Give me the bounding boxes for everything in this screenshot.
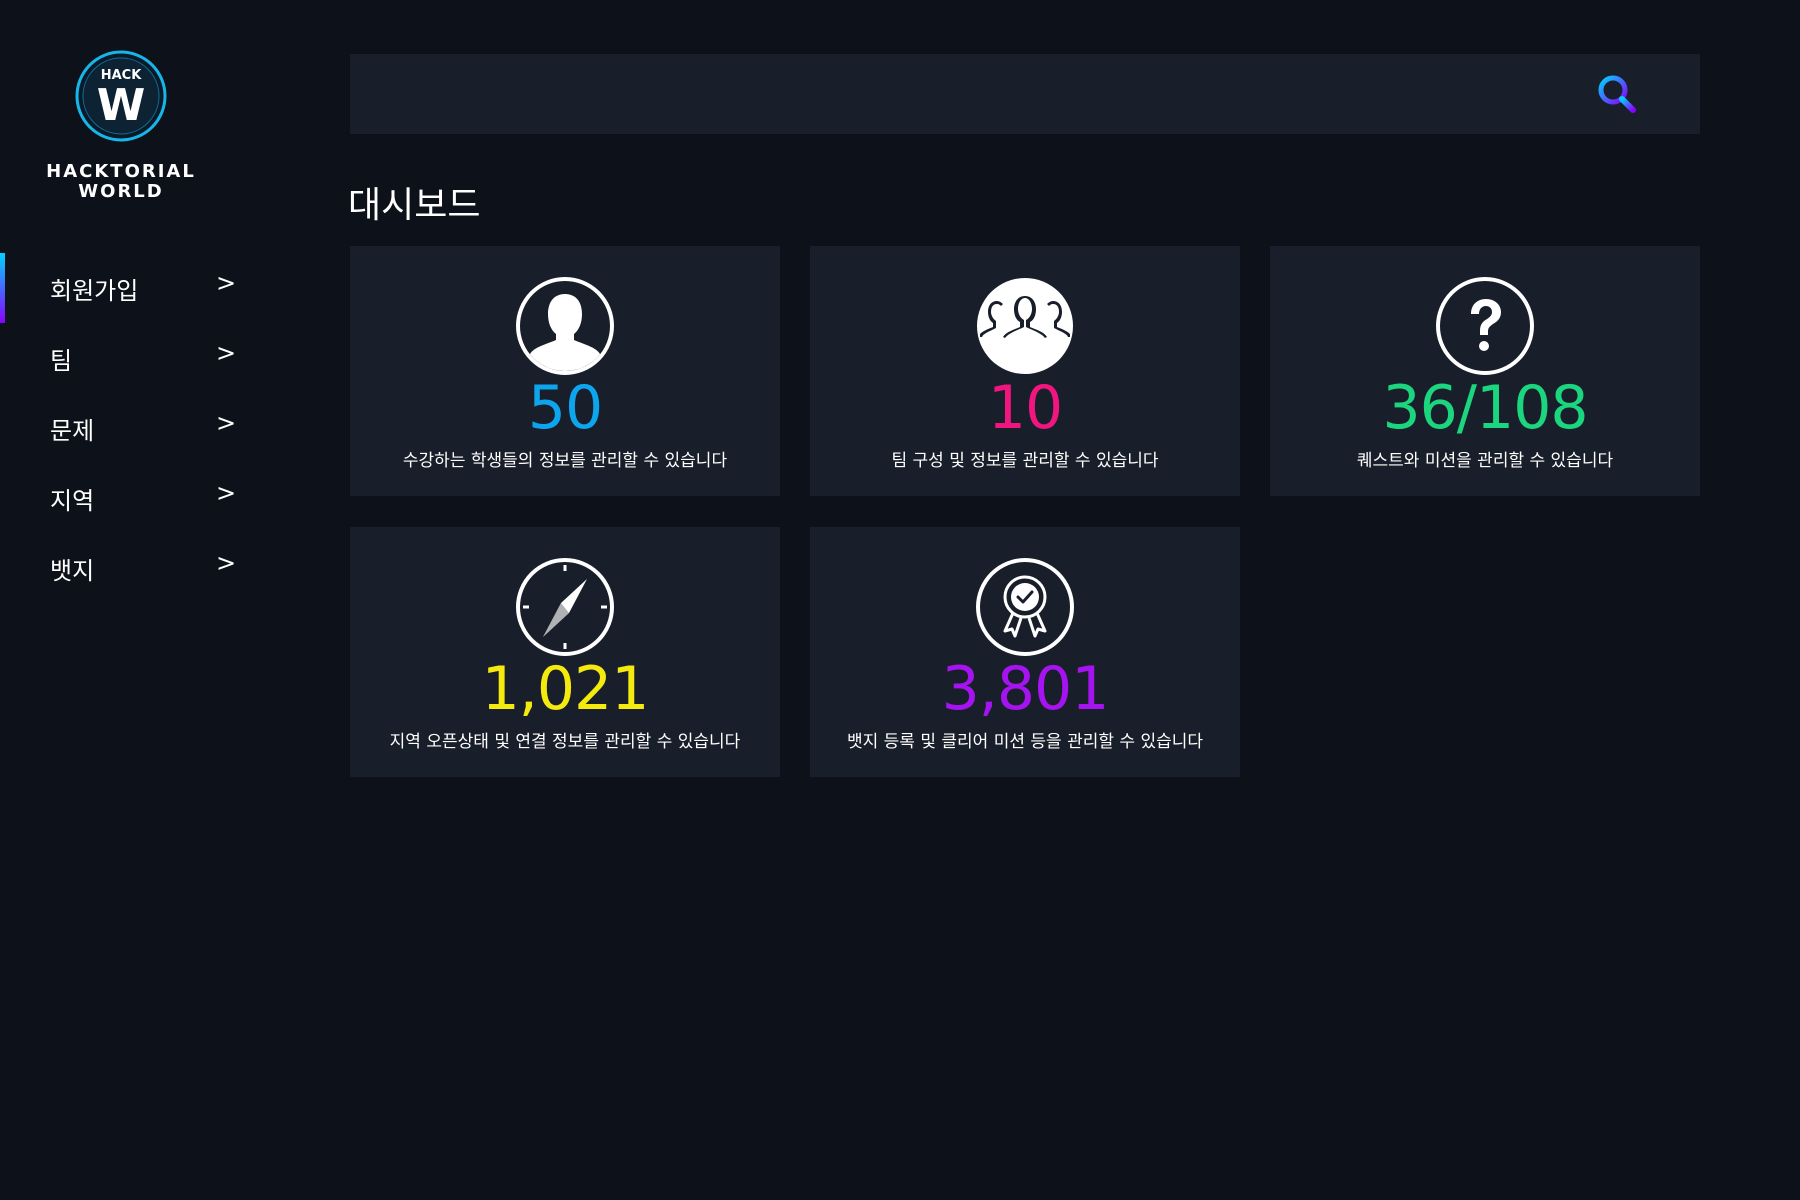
chevron-right-icon: > bbox=[216, 409, 237, 437]
sidebar-item-signup[interactable]: 회원가입 > bbox=[0, 253, 300, 323]
sidebar-item-problems[interactable]: 문제 > bbox=[0, 393, 300, 463]
sidebar-item-label: 뱃지 bbox=[50, 557, 95, 585]
sidebar-item-label: 지역 bbox=[50, 487, 95, 515]
logo-badge-letter: W bbox=[97, 80, 146, 131]
logo-badge-icon: HACK W bbox=[75, 50, 167, 142]
page-title: 대시보드 bbox=[348, 185, 481, 226]
card-description: 뱃지 등록 및 클리어 미션 등을 관리할 수 있습니다 bbox=[846, 732, 1204, 752]
sidebar-item-team[interactable]: 팀 > bbox=[0, 323, 300, 393]
sidebar-item-label: 문제 bbox=[50, 417, 95, 445]
user-icon bbox=[516, 277, 614, 375]
card-description: 팀 구성 및 정보를 관리할 수 있습니다 bbox=[891, 451, 1159, 471]
sidebar-item-badges[interactable]: 뱃지 > bbox=[0, 533, 300, 603]
compass-icon bbox=[516, 558, 614, 656]
sidebar-item-regions[interactable]: 지역 > bbox=[0, 463, 300, 533]
card-regions[interactable]: 1,021 지역 오픈상태 및 연결 정보를 관리할 수 있습니다 bbox=[350, 527, 780, 777]
card-teams[interactable]: 10 팀 구성 및 정보를 관리할 수 있습니다 bbox=[810, 246, 1240, 496]
chevron-right-icon: > bbox=[216, 269, 237, 297]
search-bar bbox=[350, 54, 1700, 136]
card-description: 퀘스트와 미션을 관리할 수 있습니다 bbox=[1356, 451, 1614, 471]
badge-icon bbox=[976, 558, 1074, 656]
card-description: 지역 오픈상태 및 연결 정보를 관리할 수 있습니다 bbox=[389, 732, 741, 752]
card-value: 1,021 bbox=[481, 654, 650, 724]
card-badges[interactable]: 3,801 뱃지 등록 및 클리어 미션 등을 관리할 수 있습니다 bbox=[810, 527, 1240, 777]
card-value: 36/108 bbox=[1382, 373, 1588, 443]
brand-logo[interactable]: HACK W HACKTORIAL WORLD bbox=[35, 40, 207, 202]
sidebar-item-label: 팀 bbox=[50, 347, 73, 375]
team-icon bbox=[977, 278, 1073, 374]
question-icon bbox=[1436, 277, 1534, 375]
card-quests[interactable]: 36/108 퀘스트와 미션을 관리할 수 있습니다 bbox=[1270, 246, 1700, 496]
card-value: 10 bbox=[987, 373, 1063, 443]
card-students[interactable]: 50 수강하는 학생들의 정보를 관리할 수 있습니다 bbox=[350, 246, 780, 496]
sidebar-nav: 회원가입 > 팀 > 문제 > 지역 > 뱃지 > bbox=[0, 253, 300, 603]
app-root: HACK W HACKTORIAL WORLD 회원가입 > 팀 > 문제 > … bbox=[0, 0, 1800, 1200]
card-value: 50 bbox=[527, 373, 603, 443]
search-icon[interactable] bbox=[1595, 72, 1639, 116]
sidebar: HACK W HACKTORIAL WORLD 회원가입 > 팀 > 문제 > … bbox=[0, 0, 300, 1200]
card-value: 3,801 bbox=[941, 654, 1110, 724]
chevron-right-icon: > bbox=[216, 479, 237, 507]
chevron-right-icon: > bbox=[216, 339, 237, 367]
brand-name: HACKTORIAL WORLD bbox=[46, 161, 196, 202]
chevron-right-icon: > bbox=[216, 549, 237, 577]
search-input[interactable] bbox=[370, 54, 1574, 136]
card-description: 수강하는 학생들의 정보를 관리할 수 있습니다 bbox=[402, 451, 728, 471]
sidebar-item-label: 회원가입 bbox=[50, 277, 139, 305]
